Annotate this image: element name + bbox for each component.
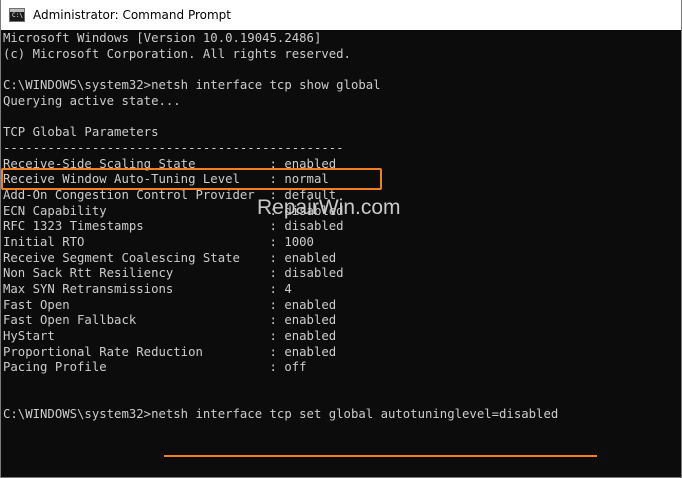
console-line: TCP Global Parameters [3,125,159,139]
command-prompt-icon[interactable]: C:\ [9,8,25,22]
console-line: Microsoft Windows [Version 10.0.19045.24… [3,31,322,45]
console-line: ----------------------------------------… [3,141,344,155]
console-line: Fast Open Fallback : enabled [3,313,337,327]
console-line: Initial RTO : 1000 [3,235,314,249]
command-underline [164,455,597,457]
command-prompt-window: C:\ Administrator: Command Prompt Micros… [0,0,682,478]
console-line: Proportional Rate Reduction : enabled [3,345,337,359]
console-line: Pacing Profile : off [3,360,307,374]
console-line: Querying active state... [3,94,181,108]
window-title: Administrator: Command Prompt [33,8,231,22]
console-line: C:\WINDOWS\system32>netsh interface tcp … [3,78,381,92]
console-line: (c) Microsoft Corporation. All rights re… [3,47,351,61]
console-output[interactable]: Microsoft Windows [Version 10.0.19045.24… [1,30,681,477]
console-line: RFC 1323 Timestamps : disabled [3,219,344,233]
console-line: Fast Open : enabled [3,298,337,312]
watermark: RepairWin.com [257,196,401,219]
console-line-command: C:\WINDOWS\system32>netsh interface tcp … [3,407,559,421]
console-line: Non Sack Rtt Resiliency : disabled [3,266,344,280]
icon-text: C:\ [12,12,23,19]
console-line: Max SYN Retransmissions : 4 [3,282,292,296]
title-bar[interactable]: C:\ Administrator: Command Prompt [1,0,681,30]
console-line: Receive Segment Coalescing State : enabl… [3,251,337,265]
console-line: HyStart : enabled [3,329,337,343]
highlight-box [1,168,382,190]
